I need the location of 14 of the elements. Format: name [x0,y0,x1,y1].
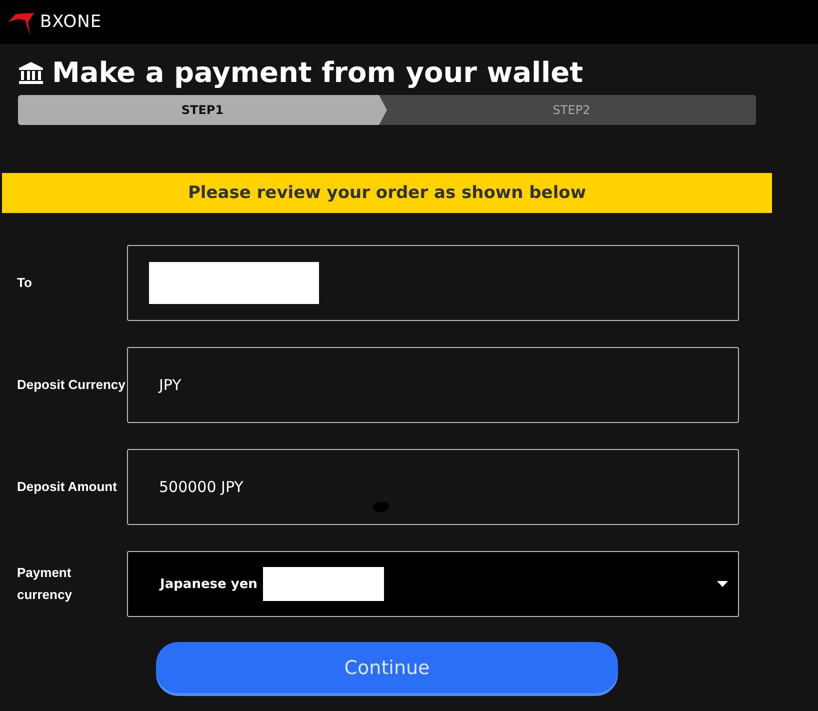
currency-dropdown[interactable]: Japanese yen [127,551,739,617]
input-field[interactable] [127,245,739,321]
continue-button[interactable]: Continue [156,642,618,693]
field-label: Deposit Amount [16,478,118,496]
input-field[interactable]: 500000 JPY [127,449,739,525]
field-label: To [16,274,33,292]
logo-text: BXONE [40,12,102,32]
input-field[interactable]: JPY [127,347,739,423]
notice-banner: Please review your order as shown below [2,173,772,213]
field-label: Payment currency [16,564,73,604]
caret-icon [717,581,728,587]
page-title: Make a payment from your wallet [52,56,584,89]
bank-icon [18,60,44,84]
field-label: Deposit Currency [16,376,126,394]
